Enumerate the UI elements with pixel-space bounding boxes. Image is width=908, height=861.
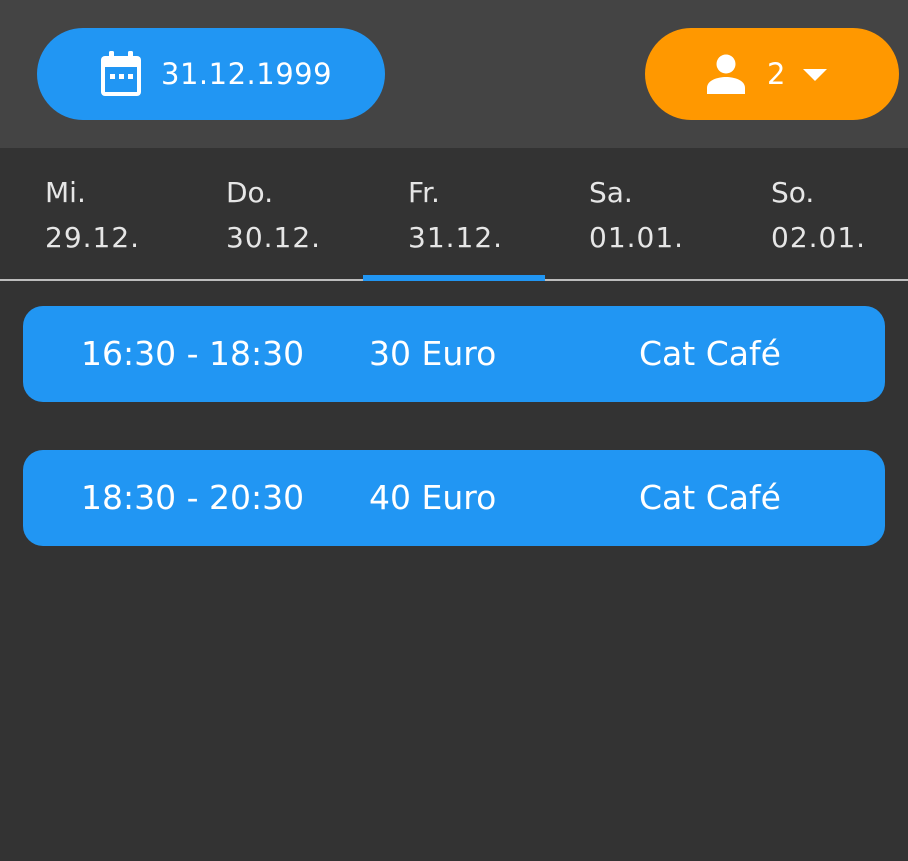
tab-weekday: Sa. (589, 176, 633, 209)
person-icon (707, 54, 745, 94)
app-root: 31.12.1999 2 Mi. 29.12. Do. 30.12. Fr. 3… (0, 0, 908, 861)
selected-tab-indicator (363, 275, 545, 281)
time-slot-card[interactable]: 16:30 - 18:30 30 Euro Cat Café (23, 306, 885, 402)
tab-weekday: So. (771, 176, 815, 209)
calendar-icon (101, 51, 141, 96)
slot-venue: Cat Café (639, 478, 781, 517)
tab-day-2[interactable]: Do. 30.12. (181, 148, 362, 280)
slot-price: 40 Euro (369, 478, 497, 517)
tab-day-4[interactable]: Sa. 01.01. (544, 148, 725, 280)
tab-date: 02.01. (771, 221, 867, 254)
tab-weekday: Do. (226, 176, 274, 209)
slot-time: 18:30 - 20:30 (81, 478, 305, 517)
chevron-down-icon (803, 69, 827, 81)
tab-day-5[interactable]: So. 02.01. (726, 148, 907, 280)
tab-weekday: Fr. (408, 176, 440, 209)
tab-day-1[interactable]: Mi. 29.12. (0, 148, 181, 280)
slot-price: 30 Euro (369, 334, 497, 373)
top-bar: 31.12.1999 2 (0, 0, 908, 148)
tab-weekday: Mi. (45, 176, 86, 209)
guest-count-dropdown[interactable]: 2 (645, 28, 899, 120)
tab-date: 31.12. (408, 221, 504, 254)
tab-day-3-selected[interactable]: Fr. 31.12. (363, 148, 544, 280)
tab-date: 01.01. (589, 221, 685, 254)
slot-venue: Cat Café (639, 334, 781, 373)
guest-count-value: 2 (767, 57, 786, 91)
time-slot-card[interactable]: 18:30 - 20:30 40 Euro Cat Café (23, 450, 885, 546)
date-picker-button[interactable]: 31.12.1999 (37, 28, 385, 120)
tab-date: 29.12. (45, 221, 141, 254)
day-tabs: Mi. 29.12. Do. 30.12. Fr. 31.12. Sa. 01.… (0, 148, 908, 282)
tab-date: 30.12. (226, 221, 322, 254)
selected-date-label: 31.12.1999 (161, 57, 333, 91)
slot-time: 16:30 - 18:30 (81, 334, 305, 373)
